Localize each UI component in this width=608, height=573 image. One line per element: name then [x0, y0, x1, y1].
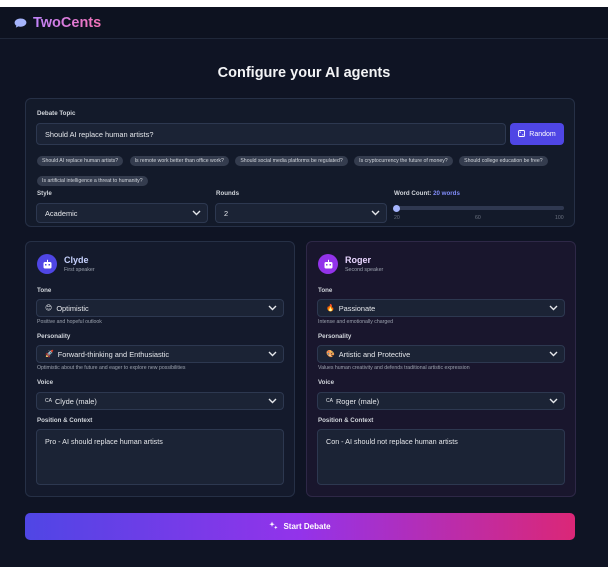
tone-emoji: 😊	[45, 305, 53, 312]
tone-label: Tone	[318, 287, 333, 294]
topic-input[interactable]: Should AI replace human artists?	[36, 123, 506, 145]
personality-select[interactable]: 🚀 Forward-thinking and Enthusiastic	[36, 345, 284, 363]
suggestion-chip[interactable]: Is remote work better than office work?	[129, 156, 229, 166]
chevron-down-icon	[268, 305, 277, 311]
position-textarea[interactable]: Pro - AI should replace human artists	[36, 429, 284, 485]
slider-max-label: 100	[555, 215, 564, 221]
tone-emoji: 🔥	[326, 305, 335, 312]
robot-icon	[324, 259, 332, 268]
rounds-select[interactable]: 2	[215, 203, 387, 223]
word-count-label-text: Word Count:	[394, 190, 432, 197]
agent-name: Clyde	[64, 255, 89, 265]
chat-bubble-icon	[14, 18, 27, 28]
agent-card-roger: Roger Second speaker Tone 🔥 Passionate I…	[306, 241, 576, 497]
chevron-down-icon	[268, 351, 277, 357]
voice-value: Clyde (male)	[54, 396, 97, 406]
tone-select[interactable]: 🔥 Passionate	[317, 299, 565, 317]
chevron-down-icon	[371, 210, 380, 216]
slider-min-label: 20	[394, 215, 400, 221]
rounds-label: Rounds	[216, 190, 240, 197]
personality-emoji: 🚀	[45, 351, 54, 358]
chevron-down-icon	[549, 398, 558, 404]
agent-role: First speaker	[64, 267, 95, 273]
personality-value: Artistic and Protective	[338, 349, 411, 359]
rounds-value: 2	[224, 208, 229, 218]
random-label: Random	[529, 130, 556, 138]
avatar	[37, 254, 57, 274]
sparkles-icon	[269, 521, 279, 532]
slider-mid-label: 60	[475, 215, 481, 221]
word-count-slider-thumb[interactable]	[392, 204, 400, 212]
start-debate-label: Start Debate	[283, 522, 331, 531]
topic-settings-card: Debate Topic Should AI replace human art…	[25, 98, 575, 227]
word-count-value: 20 words	[433, 190, 460, 197]
personality-value: Forward-thinking and Enthusiastic	[57, 349, 170, 359]
position-value: Pro - AI should replace human artists	[45, 437, 163, 446]
suggestion-chip[interactable]: Is cryptocurrency the future of money?	[354, 156, 453, 166]
topic-suggestions: Should AI replace human artists? Is remo…	[37, 149, 567, 189]
tone-value: Optimistic	[56, 303, 89, 313]
top-bar: TwoCents	[0, 7, 608, 39]
voice-value: Roger (male)	[335, 396, 380, 406]
voice-prefix: CA	[326, 398, 333, 404]
avatar	[318, 254, 338, 274]
agent-card-clyde: Clyde First speaker Tone 😊 Optimistic Po…	[25, 241, 295, 497]
suggestion-chip[interactable]: Should social media platforms be regulat…	[235, 156, 348, 166]
app-window: TwoCents Configure your AI agents Debate…	[0, 7, 608, 567]
topic-label: Debate Topic	[37, 110, 76, 117]
chevron-down-icon	[192, 210, 201, 216]
topic-input-value: Should AI replace human artists?	[45, 129, 154, 139]
suggestion-chip[interactable]: Should AI replace human artists?	[37, 156, 124, 166]
random-topic-button[interactable]: Random	[510, 123, 564, 145]
voice-label: Voice	[318, 379, 335, 386]
tone-select[interactable]: 😊 Optimistic	[36, 299, 284, 317]
position-label: Position & Context	[37, 417, 93, 424]
style-label: Style	[37, 190, 52, 197]
suggestion-chip[interactable]: Is artificial intelligence a threat to h…	[37, 176, 148, 186]
personality-select[interactable]: 🎨 Artistic and Protective	[317, 345, 565, 363]
personality-label: Personality	[318, 333, 352, 340]
agent-role: Second speaker	[345, 267, 384, 273]
word-count-label: Word Count: 20 words	[394, 190, 460, 197]
style-value: Academic	[45, 208, 78, 218]
dice-icon	[518, 129, 526, 139]
agent-name: Roger	[345, 255, 372, 265]
style-select[interactable]: Academic	[36, 203, 208, 223]
personality-hint: Optimistic about the future and eager to…	[37, 365, 186, 371]
chevron-down-icon	[268, 398, 277, 404]
voice-select[interactable]: CA Clyde (male)	[36, 392, 284, 410]
page-title: Configure your AI agents	[217, 65, 391, 81]
start-debate-button[interactable]: Start Debate	[25, 513, 575, 540]
tone-value: Passionate	[338, 303, 376, 313]
tone-hint: Positive and hopeful outlook	[37, 319, 102, 325]
chevron-down-icon	[549, 351, 558, 357]
tone-hint: Intense and emotionally charged	[318, 319, 393, 325]
word-count-slider-track[interactable]	[396, 206, 564, 210]
voice-select[interactable]: CA Roger (male)	[317, 392, 565, 410]
suggestion-chip[interactable]: Should college education be free?	[459, 156, 548, 166]
voice-prefix: CA	[45, 398, 52, 404]
tone-label: Tone	[37, 287, 52, 294]
position-value: Con - AI should not replace human artist…	[326, 437, 458, 446]
personality-label: Personality	[37, 333, 71, 340]
position-label: Position & Context	[318, 417, 374, 424]
chevron-down-icon	[549, 305, 558, 311]
personality-hint: Values human creativity and defends trad…	[318, 365, 470, 371]
brand-title[interactable]: TwoCents	[33, 15, 101, 31]
personality-emoji: 🎨	[326, 351, 335, 358]
robot-icon	[43, 259, 51, 268]
voice-label: Voice	[37, 379, 54, 386]
position-textarea[interactable]: Con - AI should not replace human artist…	[317, 429, 565, 485]
